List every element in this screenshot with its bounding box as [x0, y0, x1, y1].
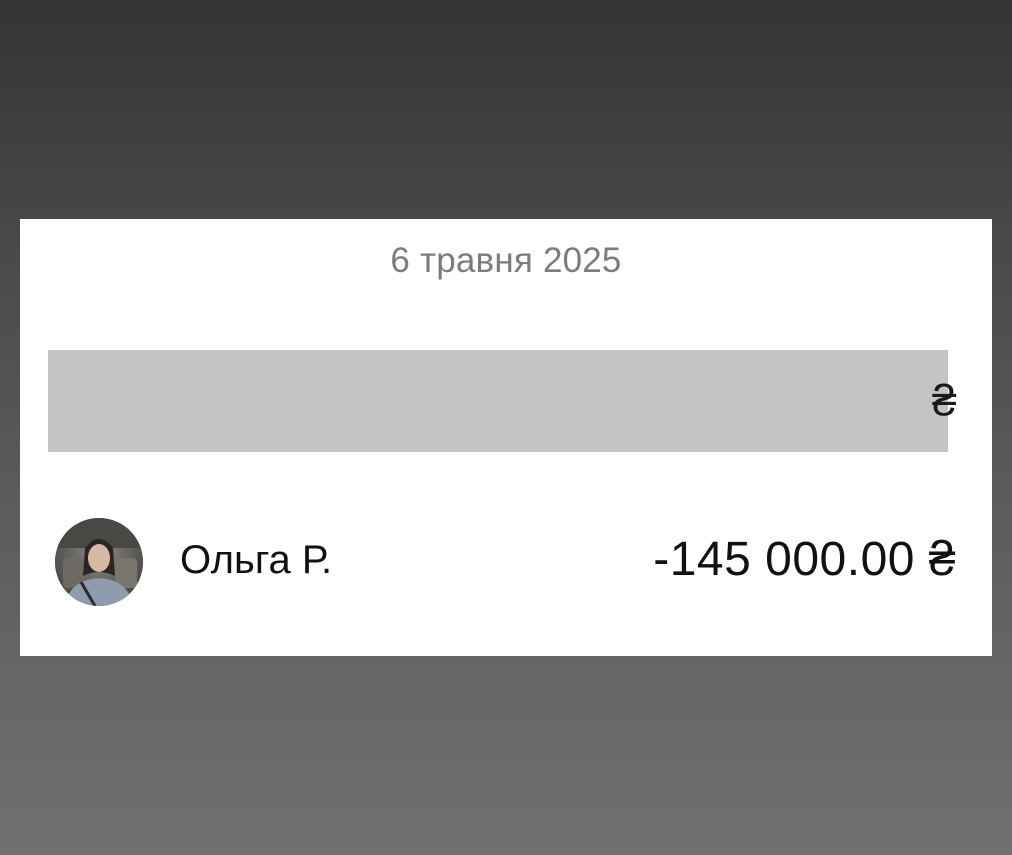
contact-name: Ольга Р.	[180, 538, 333, 582]
transaction-card: 6 травня 2025 ₴ Ольга Р. -145 000.00 ₴	[20, 219, 992, 656]
redacted-transaction-row[interactable]: ₴	[20, 350, 992, 452]
avatar	[55, 518, 143, 606]
transaction-row[interactable]: Ольга Р. -145 000.00 ₴	[20, 518, 992, 606]
transaction-amount: -145 000.00 ₴	[653, 533, 956, 586]
avatar-photo	[55, 518, 143, 606]
date-header: 6 травня 2025	[390, 241, 622, 280]
currency-symbol: ₴	[932, 376, 957, 425]
redaction-block	[48, 350, 948, 452]
